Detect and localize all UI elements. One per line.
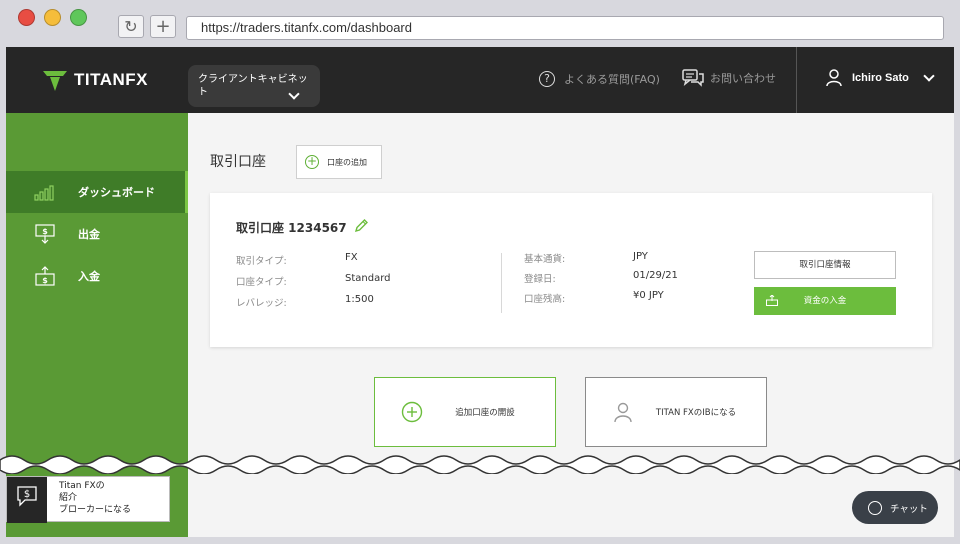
detail-row: 取引タイプ: FX: [236, 252, 358, 267]
account-card: 取引口座 1234567 取引タイプ: FX 口座タイプ: Standard レ…: [210, 193, 932, 347]
detail-row: レバレッジ: 1:500: [236, 294, 374, 309]
titanfx-logo[interactable]: TITANFX: [42, 67, 148, 93]
open-additional-account-tile[interactable]: 追加口座の開設: [374, 377, 556, 447]
client-cabinet-dropdown[interactable]: クライアントキャビネット: [188, 65, 320, 107]
titan-logo-icon: [43, 71, 67, 91]
detail-key: レバレッジ:: [236, 298, 287, 309]
chat-bubbles-icon: [682, 69, 704, 87]
chat-label: チャット: [890, 503, 928, 515]
user-menu[interactable]: Ichiro Sato: [826, 69, 935, 87]
detail-key: 基本通貨:: [524, 254, 566, 265]
svg-text:$: $: [42, 276, 48, 285]
deposit-funds-button[interactable]: 資金の入金: [754, 287, 896, 315]
contact-link[interactable]: お問い合わせ: [682, 69, 776, 87]
contact-label: お問い合わせ: [710, 72, 776, 85]
page-title: 取引口座: [210, 154, 266, 170]
detail-row: 登録日: 01/29/21: [524, 270, 678, 285]
user-icon: [826, 69, 842, 87]
svg-text:$: $: [42, 227, 48, 236]
detail-key: 取引タイプ:: [236, 256, 287, 267]
address-bar[interactable]: https://traders.titanfx.com/dashboard: [186, 16, 944, 40]
edit-pencil-icon[interactable]: [353, 218, 369, 234]
bar-chart-icon: [34, 185, 54, 201]
close-window-button[interactable]: [18, 9, 35, 26]
deposit-funds-label: 資金の入金: [803, 296, 847, 306]
sidebar-item-dashboard[interactable]: ダッシュボード: [6, 171, 188, 213]
ib-widget-line: Titan FXの: [59, 481, 105, 491]
sidebar-item-label: 出金: [78, 228, 100, 241]
detail-row: 基本通貨: JPY: [524, 251, 648, 265]
detail-value: Standard: [345, 273, 391, 284]
detail-value: 01/29/21: [633, 270, 678, 281]
detail-value: 1:500: [345, 294, 374, 305]
sidebar-item-withdraw[interactable]: $ 出金: [6, 213, 188, 255]
faq-label: よくある質問(FAQ): [564, 73, 660, 86]
minimize-window-button[interactable]: [44, 9, 61, 26]
detail-value: ¥0 JPY: [633, 290, 664, 301]
sidebar-item-deposit[interactable]: $ 入金: [6, 255, 188, 297]
reload-icon[interactable]: ↻: [118, 15, 144, 38]
account-title: 取引口座 1234567: [236, 221, 347, 235]
user-name: Ichiro Sato: [852, 72, 909, 84]
add-account-button[interactable]: + 口座の追加: [296, 145, 382, 179]
chat-icon: [868, 500, 882, 515]
ib-widget-text: Titan FXの 紹介 ブローカーになる: [59, 480, 131, 516]
chevron-down-icon: [923, 70, 935, 82]
browser-toolbar: ↻ + https://traders.titanfx.com/dashboar…: [0, 0, 960, 46]
deposit-icon: $: [35, 266, 55, 286]
svg-text:$: $: [24, 489, 30, 500]
withdraw-icon: $: [35, 224, 55, 244]
detail-row: 口座残高: ¥0 JPY: [524, 290, 664, 305]
logo-text: TITANFX: [74, 70, 149, 89]
plus-icon[interactable]: +: [150, 15, 176, 38]
deposit-icon: [766, 295, 778, 306]
faq-link[interactable]: ? よくある質問(FAQ): [539, 71, 660, 87]
add-account-label: 口座の追加: [327, 157, 367, 167]
account-info-button[interactable]: 取引口座情報: [754, 251, 896, 279]
maximize-window-button[interactable]: [70, 9, 87, 26]
ib-widget-line: 紹介: [59, 493, 78, 503]
chat-button[interactable]: チャット: [852, 491, 938, 524]
header-divider: [796, 47, 797, 113]
detail-key: 登録日:: [524, 274, 556, 285]
open-account-label: 追加口座の開設: [455, 408, 515, 418]
plus-circle-icon: +: [305, 154, 319, 169]
detail-key: 口座残高:: [524, 294, 566, 305]
ib-widget-icon-box: $: [7, 477, 47, 523]
become-ib-label: TITAN FXのIBになる: [655, 408, 737, 418]
detail-value: JPY: [633, 251, 648, 262]
dollar-chat-icon: $: [17, 486, 37, 507]
ib-widget-line: ブローカーになる: [59, 505, 132, 515]
question-icon: ?: [539, 71, 555, 87]
browser-window: ↻ + https://traders.titanfx.com/dashboar…: [0, 0, 960, 544]
detail-value: FX: [345, 252, 358, 263]
detail-divider: [501, 253, 502, 313]
become-ib-tile[interactable]: TITAN FXのIBになる: [585, 377, 767, 447]
top-header: TITANFX クライアントキャビネット ? よくある質問(FAQ) お問い合わ…: [6, 47, 954, 113]
sidebar-item-label: ダッシュボード: [78, 186, 155, 199]
sidebar-item-label: 入金: [78, 270, 100, 283]
ib-broker-widget[interactable]: $ Titan FXの 紹介 ブローカーになる: [6, 476, 170, 523]
detail-row: 口座タイプ: Standard: [236, 273, 391, 288]
chevron-down-icon: [288, 88, 300, 100]
detail-key: 口座タイプ:: [236, 277, 287, 288]
